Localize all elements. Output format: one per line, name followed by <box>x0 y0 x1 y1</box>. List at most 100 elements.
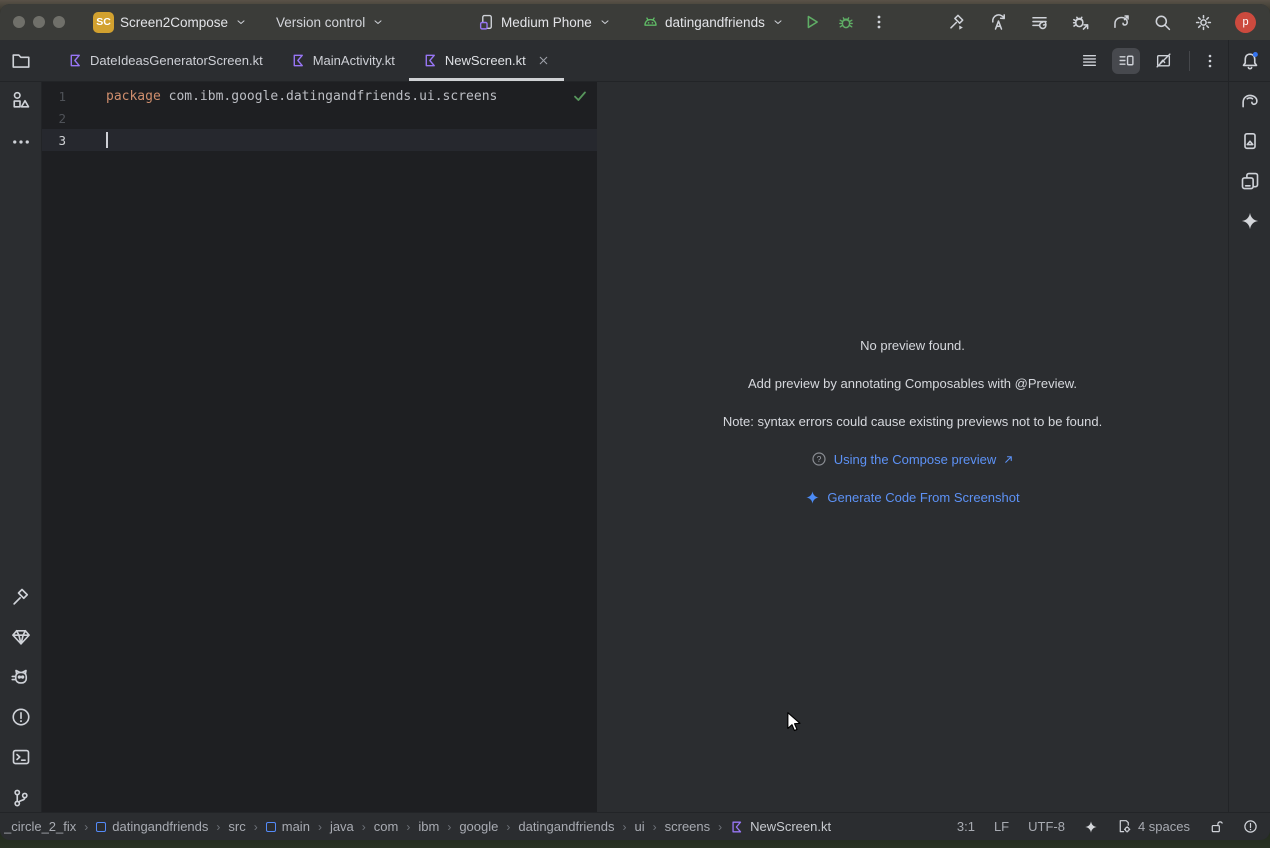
tab-options-icon[interactable] <box>1202 53 1218 69</box>
chevron-down-icon <box>599 16 611 28</box>
project-badge: SC <box>93 12 114 33</box>
breadcrumb-item[interactable]: ui <box>635 819 645 834</box>
indent-widget[interactable]: 4 spaces <box>1117 819 1190 834</box>
breadcrumb-current-file[interactable]: NewScreen.kt <box>730 819 831 834</box>
kotlin-file-icon <box>291 53 306 68</box>
project-tool-window-icon[interactable] <box>11 51 31 71</box>
vcs-label: Version control <box>276 15 365 30</box>
line-number-current: 3 <box>42 133 106 148</box>
attach-debugger-icon[interactable] <box>1071 13 1090 32</box>
editor-tab-bar: DateIdeasGeneratorScreen.kt MainActivity… <box>0 40 1270 82</box>
kotlin-file-icon <box>730 820 744 834</box>
close-tab-icon[interactable] <box>537 54 550 67</box>
notifications-bell-icon[interactable] <box>1240 51 1260 71</box>
logcat-icon[interactable] <box>11 667 31 687</box>
breadcrumb-item[interactable]: java <box>330 819 354 834</box>
tab-dateideasgeneratorscreen[interactable]: DateIdeasGeneratorScreen.kt <box>54 40 277 81</box>
generate-code-from-screenshot-link[interactable]: Generate Code From Screenshot <box>827 490 1019 505</box>
search-icon[interactable] <box>1153 13 1172 32</box>
chevron-down-icon <box>235 16 247 28</box>
project-name: Screen2Compose <box>120 15 228 30</box>
problems-icon[interactable] <box>11 707 31 727</box>
module-icon <box>96 822 106 832</box>
gemini-assistant-icon[interactable] <box>1240 211 1260 231</box>
breadcrumb-item[interactable]: main <box>266 819 310 834</box>
notification-dot <box>1252 52 1257 57</box>
gradle-sync-icon[interactable] <box>1112 13 1131 32</box>
breadcrumb-item[interactable]: datingandfriends <box>518 819 614 834</box>
run-button[interactable] <box>803 13 821 31</box>
build-icon[interactable] <box>948 13 967 32</box>
inspections-ok-icon[interactable] <box>572 88 588 104</box>
virtual-device-icon <box>478 14 495 31</box>
device-selector[interactable]: Medium Phone <box>478 4 611 40</box>
apply-code-changes-icon[interactable] <box>1030 13 1049 32</box>
chevron-down-icon <box>372 16 384 28</box>
breadcrumb-item[interactable]: com <box>374 819 399 834</box>
svg-text:?: ? <box>816 454 821 464</box>
more-tool-windows-icon[interactable] <box>11 132 31 152</box>
code-line: package com.ibm.google.datingandfriends.… <box>106 89 497 104</box>
tab-mainactivity[interactable]: MainActivity.kt <box>277 40 409 81</box>
ai-sparkle-icon <box>805 490 820 505</box>
cursor-position-widget[interactable]: 3:1 <box>957 819 975 834</box>
gradle-tool-window-icon[interactable] <box>1240 91 1260 111</box>
terminal-icon[interactable] <box>11 747 31 767</box>
line-number: 1 <box>42 89 106 104</box>
resource-manager-icon[interactable] <box>11 90 31 110</box>
run-configuration-selector[interactable]: datingandfriends <box>642 4 784 40</box>
breadcrumb-item[interactable]: screens <box>665 819 711 834</box>
profile-avatar[interactable]: p <box>1235 12 1256 33</box>
close-window-button[interactable] <box>13 16 25 28</box>
project-widget[interactable]: SC Screen2Compose <box>93 4 247 40</box>
split-view-button[interactable] <box>1112 48 1140 74</box>
apply-changes-icon[interactable] <box>989 13 1008 32</box>
indent-settings-icon <box>1117 819 1132 834</box>
status-warning-icon[interactable] <box>1243 819 1258 834</box>
right-tool-stripe <box>1228 82 1270 812</box>
running-devices-icon[interactable] <box>1240 131 1260 151</box>
chevron-down-icon <box>772 16 784 28</box>
vcs-widget[interactable]: Version control <box>276 4 384 40</box>
ai-status-sparkle-icon[interactable] <box>1084 820 1098 834</box>
design-view-button[interactable] <box>1149 48 1177 74</box>
compose-preview-docs-link[interactable]: Using the Compose preview <box>834 452 997 467</box>
android-icon <box>642 14 659 31</box>
version-control-tool-window-icon[interactable] <box>11 788 31 808</box>
tab-label: NewScreen.kt <box>445 53 526 68</box>
status-bar: _circle_2_fix › datingandfriends › src ›… <box>0 812 1270 840</box>
external-link-icon <box>1003 454 1014 465</box>
split-view-icon <box>1118 52 1135 69</box>
compose-preview-panel: No preview found. Add preview by annotat… <box>597 82 1228 812</box>
debug-button[interactable] <box>837 13 855 31</box>
code-editor[interactable]: 1 package com.ibm.google.datingandfriend… <box>42 82 597 812</box>
breadcrumb-item[interactable]: src <box>228 819 245 834</box>
app-quality-insights-icon[interactable] <box>11 627 31 647</box>
settings-icon[interactable] <box>1194 13 1213 32</box>
writable-lock-icon[interactable] <box>1209 819 1224 834</box>
more-actions-icon[interactable] <box>871 14 887 30</box>
titlebar: SC Screen2Compose Version control Medium… <box>0 4 1270 40</box>
line-separator-widget[interactable]: LF <box>994 819 1009 834</box>
text-caret <box>106 132 108 148</box>
device-manager-icon[interactable] <box>1240 171 1260 191</box>
build-tool-window-icon[interactable] <box>11 587 31 607</box>
preview-message-note: Note: syntax errors could cause existing… <box>597 402 1228 440</box>
tab-label: MainActivity.kt <box>313 53 395 68</box>
encoding-widget[interactable]: UTF-8 <box>1028 819 1065 834</box>
design-view-icon <box>1155 52 1172 69</box>
maximize-window-button[interactable] <box>53 16 65 28</box>
breadcrumb-item[interactable]: ibm <box>418 819 439 834</box>
breadcrumb-item[interactable]: google <box>459 819 498 834</box>
minimize-window-button[interactable] <box>33 16 45 28</box>
breadcrumb-item[interactable]: _circle_2_fix <box>4 819 76 834</box>
tab-newscreen[interactable]: NewScreen.kt <box>409 40 564 81</box>
preview-message-title: No preview found. <box>597 326 1228 364</box>
code-view-icon <box>1081 52 1098 69</box>
device-selector-label: Medium Phone <box>501 15 592 30</box>
line-number: 2 <box>42 111 106 126</box>
help-icon: ? <box>811 451 827 467</box>
code-view-button[interactable] <box>1075 48 1103 74</box>
breadcrumb: _circle_2_fix › datingandfriends › src ›… <box>4 819 831 834</box>
breadcrumb-item[interactable]: datingandfriends <box>96 819 208 834</box>
